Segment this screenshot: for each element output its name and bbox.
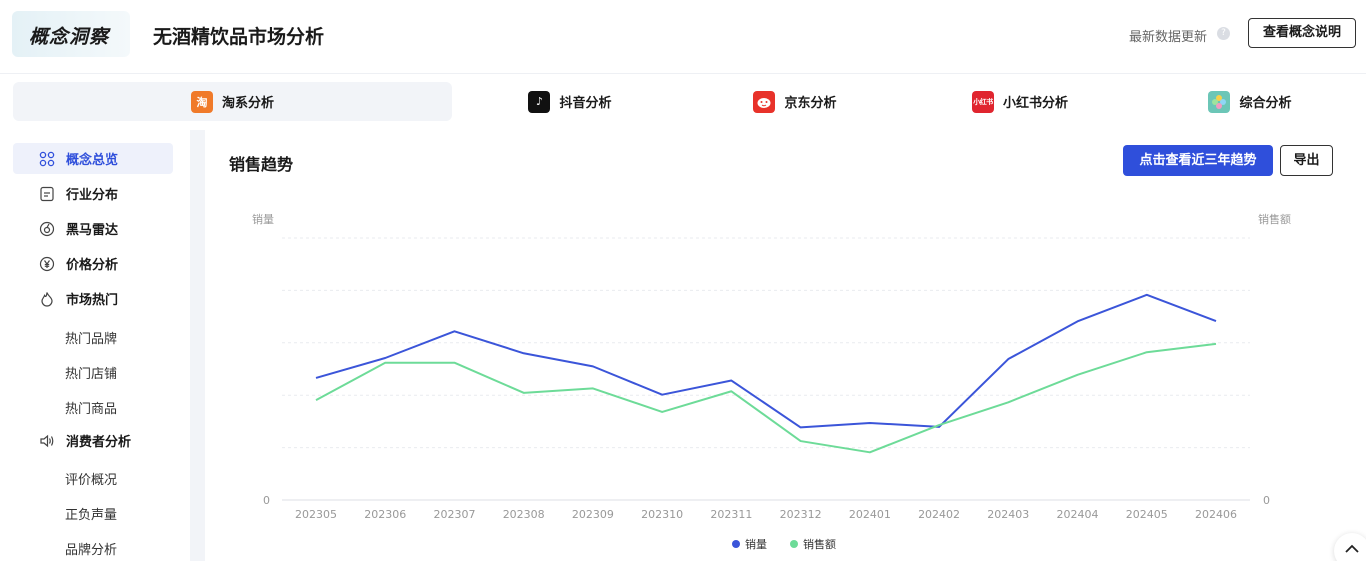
x-tick-label: 202402	[918, 508, 960, 521]
grid-icon	[39, 151, 55, 167]
yuan-icon	[39, 256, 55, 272]
main-panel: 销售趋势 点击查看近三年趋势 导出 销量 销售额 0 0 202305 202306 202…	[205, 130, 1366, 561]
legend-label: 销售额	[803, 537, 836, 551]
tab-douyin[interactable]: ♪ 抖音分析	[470, 82, 670, 121]
sidebar-item-label: 价格分析	[66, 258, 119, 273]
x-tick-label: 202311	[710, 508, 752, 521]
sidebar-subitem-review-overview[interactable]: 评价概况	[65, 469, 117, 488]
x-tick-label: 202306	[364, 508, 406, 521]
view-concept-explanation-button[interactable]: 查看概念说明	[1248, 18, 1356, 48]
x-tick-label: 202405	[1126, 508, 1168, 521]
sidebar: 概念总览 行业分布 黑马雷达 价格分析 市场热门 热门品牌 热门店铺 热门商品 …	[0, 130, 190, 561]
x-tick-label: 202404	[1057, 508, 1099, 521]
flame-icon	[39, 291, 55, 307]
left-axis-label: 销量	[252, 212, 274, 226]
tab-label: 小红书分析	[1002, 96, 1068, 111]
sidebar-subitem-brand-analysis[interactable]: 品牌分析	[65, 539, 117, 558]
tab-xiaohongshu[interactable]: 小红书 小红书分析	[920, 82, 1120, 121]
platform-tabs: 淘 淘系分析 ♪ 抖音分析 京东分析 小红书 小红书分析 综合分析	[0, 74, 1366, 130]
sidebar-item-label: 市场热门	[66, 293, 119, 308]
comprehensive-icon	[1208, 90, 1231, 113]
sidebar-item-market-hot[interactable]: 市场热门	[13, 283, 173, 314]
speaker-icon	[39, 433, 55, 449]
x-tick-label: 202308	[503, 508, 545, 521]
page-title: 无酒精饮品市场分析	[153, 26, 325, 48]
tab-label: 京东分析	[784, 96, 837, 111]
x-tick-label: 202309	[572, 508, 614, 521]
help-icon[interactable]: ?	[1217, 27, 1230, 40]
x-tick-label: 202305	[295, 508, 337, 521]
scroll-to-top-button[interactable]	[1334, 533, 1366, 561]
tab-label: 综合分析	[1239, 96, 1292, 111]
legend-marker	[732, 540, 740, 548]
header: 概念洞察 无酒精饮品市场分析 最新数据更新 ? 查看概念说明	[0, 0, 1366, 74]
sidebar-subitem-hot-products[interactable]: 热门商品	[65, 398, 117, 417]
sidebar-subitem-hot-brands[interactable]: 热门品牌	[65, 328, 117, 347]
x-tick-label: 202312	[780, 508, 822, 521]
sales-trend-chart: 销量 销售额0 0202305 202306 202307 202308 202309 202…	[252, 212, 1291, 551]
sidebar-item-label: 概念总览	[66, 153, 119, 168]
series-line-sales	[315, 342, 1217, 454]
data-update-text: 最新数据更新	[1129, 30, 1208, 45]
sidebar-item-label: 黑马雷达	[66, 223, 119, 238]
brand-label: 概念洞察	[29, 26, 110, 48]
sidebar-item-label: 消费者分析	[66, 435, 132, 450]
document-icon	[39, 186, 55, 202]
legend-label: 销量	[745, 537, 767, 551]
x-tick-label: 202401	[849, 508, 891, 521]
sidebar-subitem-hot-stores[interactable]: 热门店铺	[65, 363, 117, 382]
chevron-up-icon	[1345, 544, 1359, 553]
tab-jd[interactable]: 京东分析	[695, 82, 895, 121]
x-tick-label: 202406	[1195, 508, 1237, 521]
left-axis-zero-label: 0	[263, 494, 270, 507]
sidebar-item-price[interactable]: 价格分析	[13, 248, 173, 279]
jd-icon	[753, 90, 776, 113]
brand-logo[interactable]: 概念洞察	[12, 11, 130, 57]
sidebar-item-label: 行业分布	[66, 188, 119, 203]
legend-marker	[790, 540, 798, 548]
xiaohongshu-icon: 小红书	[971, 90, 994, 113]
series-line-volume	[315, 293, 1217, 429]
sidebar-item-dark-horse[interactable]: 黑马雷达	[13, 213, 173, 244]
sidebar-subitem-sentiment-volume[interactable]: 正负声量	[65, 504, 117, 523]
sidebar-item-concept-overview[interactable]: 概念总览	[13, 143, 173, 174]
sidebar-item-consumer[interactable]: 消费者分析	[13, 425, 173, 456]
right-axis-zero-label: 0	[1263, 494, 1270, 507]
radar-icon	[39, 221, 55, 237]
x-tick-label: 202307	[433, 508, 475, 521]
tab-label: 抖音分析	[559, 96, 612, 111]
taobao-icon: 淘	[190, 90, 213, 113]
douyin-icon: ♪	[528, 90, 551, 113]
tab-comprehensive[interactable]: 综合分析	[1150, 82, 1350, 121]
tab-label: 淘系分析	[221, 96, 274, 111]
x-tick-label: 202403	[987, 508, 1029, 521]
tab-taobao[interactable]: 淘 淘系分析	[13, 82, 452, 121]
right-axis-label: 销售额	[1258, 212, 1291, 226]
sidebar-item-industry[interactable]: 行业分布	[13, 178, 173, 209]
x-tick-label: 202310	[641, 508, 683, 521]
